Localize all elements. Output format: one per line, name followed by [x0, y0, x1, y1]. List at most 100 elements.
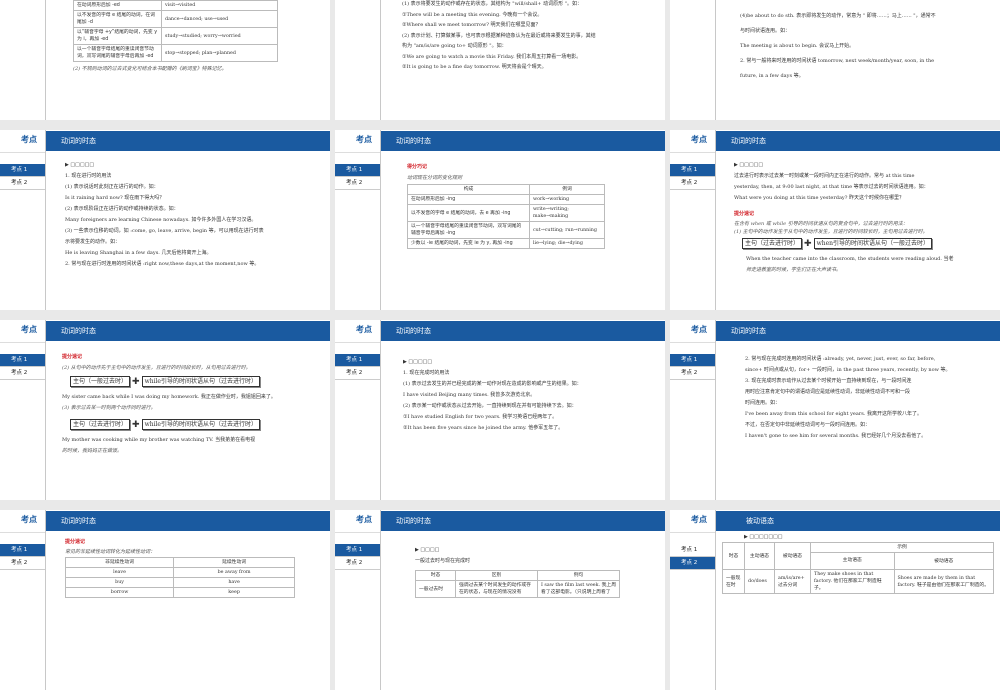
text-line: 不过，在否定句中非延续性动词可与一段时间连用。如： [745, 422, 871, 428]
text-line: (3) 一些表示位移的动词，如 :come, go, leave, arrive… [65, 228, 264, 234]
slide-5[interactable]: 考点 考点 1 考点 2 动词的时态 得分巧记 动词现在分词的变化规则 构成 例词 在… [335, 130, 665, 310]
table-cell: dance→danced; use→used [161, 10, 278, 28]
tip-label: 提分速记 [62, 354, 83, 360]
column-header: 构成 [407, 184, 530, 195]
sidebar-item-1[interactable]: 考点 1 [670, 544, 715, 557]
text-line: ①There will be a meeting this evening. 今… [402, 11, 543, 18]
tip-label: 提分速记 [65, 539, 86, 545]
formula-box: while引导的时间状语从句（过去进行时） [141, 419, 260, 430]
slide-11[interactable]: 考点 考点 1 考点 2 动词的时态 ▶ □□□□ 一般过去时与现在完成时 时态 区别… [335, 510, 665, 690]
tip-label: 提分速记 [734, 211, 755, 217]
slide-content: ▶ □□□□□□□ 时态 主动语态 被动语态 示例 主动语态 被动语态 一般现在时 do/… [722, 533, 996, 594]
section-marker: ▶ □□□□ [415, 547, 440, 553]
text-line: I have visited Beijing many times. 我曾多次游… [403, 392, 536, 398]
plus-icon: ✚ [804, 238, 812, 249]
column-header: 非延续性动词 [64, 557, 175, 568]
sidebar: 考点 考点 1 考点 2 [670, 510, 716, 690]
sidebar-item-2[interactable]: 考点 2 [670, 177, 715, 190]
table-cell: 在动词原形后加 -ing [407, 194, 530, 205]
formula: 主句（一般过去时） ✚ while引导的时间状语从句（过去进行时） [70, 376, 322, 388]
formula: 主句（过去进行时） ✚ while引导的时间状语从句（过去进行时） [70, 419, 322, 431]
slide-8[interactable]: 考点 考点 1 考点 2 动词的时态 ▶ □□□□□ 1. 现在完成时的用法 (1)… [335, 320, 665, 500]
column-header: 延续性动词 [173, 557, 295, 568]
table-cell: visit→visited [161, 0, 278, 11]
table-caption: 动词现在分词的变化规则 [407, 175, 463, 181]
text-line: (1) 表示过去发生的并已经完成的某一动作对现在造成的影响或产生的结果。如： [403, 381, 582, 387]
formula-box: when引导的时间状语从句（一般过去时） [813, 238, 932, 249]
text-line: He is leaving Shanghai in a few days. 几天… [65, 250, 212, 256]
note: 在含有 when 或 while 引导的时间状语从句的复合句中，过去进行时的用法… [734, 221, 908, 227]
text-line: (2) 表示某一动作或状态从过去开始，一直持续到现在并有可能持续下去。如： [403, 403, 577, 409]
note: (2) 不规则动词的过去式变化可结合本书配赠的《刷词宝》特殊记忆。 [73, 66, 227, 72]
sidebar-item-2[interactable]: 考点 2 [670, 557, 715, 570]
slide-2[interactable]: (1) 表示将要发生的动作或存在的状态，其结构为 "will/shall+ 动词… [335, 0, 665, 120]
slide-4[interactable]: 考点 考点 1 考点 2 动词的时态 ▶ □□□□□ 1. 现在进行时的用法 (1)… [0, 130, 330, 310]
sidebar-item-1[interactable]: 考点 1 [0, 354, 45, 367]
sidebar-title: 考点 [691, 135, 707, 144]
slide-9[interactable]: 考点 考点 1 考点 2 动词的时态 2. 常与现在完成时连用的时间状语 :alre… [670, 320, 1000, 500]
slide-content: 在动词原形后加 -ed visit→visited 以不发音的字母 e 结尾的动词… [73, 0, 322, 75]
sidebar-item-1[interactable]: 考点 1 [670, 164, 715, 177]
slide-1[interactable]: 在动词原形后加 -ed visit→visited 以不发音的字母 e 结尾的动词… [0, 0, 330, 120]
table-cell: cut→cutting; run→running [529, 221, 605, 239]
sidebar [335, 0, 381, 120]
sidebar-item-2[interactable]: 考点 2 [335, 557, 380, 570]
table-row: 一般过去时 强调过去某个时间发生的动作或存在的状态，与现在的情况没有 I saw t… [415, 580, 620, 598]
table-cell: They make shoes in that factory. 他们在那家工厂… [810, 569, 895, 594]
table-caption: 常见的非延续性动词转化为延续性动词： [65, 549, 156, 555]
plus-icon: ✚ [132, 419, 140, 430]
sidebar [0, 0, 46, 120]
slide-3[interactable]: (4)be about to do sth. 表示即将发生的动作，常意为 " 即… [670, 0, 1000, 120]
sidebar-title: 考点 [356, 515, 372, 524]
sidebar-item-2[interactable]: 考点 2 [0, 557, 45, 570]
example: My mother was cooking while my brother w… [62, 437, 256, 443]
sidebar-item-1[interactable]: 考点 1 [335, 164, 380, 177]
slide-header: 动词的时态 [46, 131, 330, 151]
sidebar-item-2[interactable]: 考点 2 [0, 177, 45, 190]
table-cell: leave [64, 567, 175, 578]
text-line: What were you doing at this time yesterd… [734, 195, 905, 201]
sidebar-item-1[interactable]: 考点 1 [0, 164, 45, 177]
slide-header: 动词的时态 [46, 511, 330, 531]
column-header: 例词 [529, 184, 605, 195]
sidebar-item-1[interactable]: 考点 1 [335, 354, 380, 367]
sidebar-item-2[interactable]: 考点 2 [0, 367, 45, 380]
sidebar-item-1[interactable]: 考点 1 [335, 544, 380, 557]
text-line: I haven't gone to see him for several mo… [745, 433, 927, 439]
section-marker: ▶ □□□□□ [403, 359, 433, 365]
section-marker: ▶ □□□□□□□ [744, 534, 783, 540]
slide-7[interactable]: 考点 考点 1 考点 2 动词的时态 提分速记 (2) 从句中的动作先于主句中的动作… [0, 320, 330, 500]
slide-6[interactable]: 考点 考点 1 考点 2 动词的时态 ▶ □□□□□ 过去进行时表示过去某一时刻或某… [670, 130, 1000, 310]
table-cell: do/does [744, 569, 775, 594]
formula: 主句（过去进行时） ✚ when引导的时间状语从句（一般过去时） [742, 238, 992, 250]
slide-10[interactable]: 考点 考点 1 考点 2 动词的时态 提分速记 常见的非延续性动词转化为延续性动词：… [0, 510, 330, 690]
text-line: 2. 常与一般将来时连用的时间状语 tomorrow, next week/mo… [740, 58, 935, 64]
sidebar-item-2[interactable]: 考点 2 [670, 367, 715, 380]
slide-header: 动词的时态 [381, 511, 665, 531]
sidebar-title: 考点 [21, 135, 37, 144]
formula-box: 主句（一般过去时） [70, 376, 131, 387]
text-line: since+ 时间点或从句，for+ 一段时间，in the past thre… [745, 367, 951, 373]
section-marker: ▶ □□□□□ [734, 162, 764, 168]
text-line: yesterday, then, at 9:00 last night, at … [734, 184, 929, 190]
table-cell: 以不发音的字母 e 结尾的动词，去 e 再加 -ing [407, 204, 530, 222]
column-header: 时态 [722, 542, 745, 570]
text-line: The meeting is about to begin. 会议马上开始。 [740, 43, 855, 49]
slide-content: (4)be about to do sth. 表示即将发生的动作，常意为 " 即… [740, 9, 992, 84]
table-header-row: 时态 区别 例句 [415, 570, 620, 581]
table-cell: study→studied; worry→worried [161, 27, 278, 45]
table-row: 少数以 -ie 结尾的动词，先变 ie 为 y, 再加 -ing lie→lyin… [407, 238, 605, 249]
table-cell: keep [173, 587, 295, 598]
sidebar-item-2[interactable]: 考点 2 [335, 177, 380, 190]
sidebar-item-1[interactable]: 考点 1 [0, 544, 45, 557]
formula-box: 主句（过去进行时） [742, 238, 803, 249]
sidebar: 考点 考点 1 考点 2 [335, 320, 381, 500]
table-cell: 以不发音的字母 e 结尾的动词，在词尾加 -d [73, 10, 162, 28]
table-row: 以“辅音字母 +y”结尾的动词，先变 y 为 i，再加 -ed study→stu… [73, 27, 278, 45]
text-line: 示将要发生的动作。如： [65, 239, 121, 245]
sidebar-item-2[interactable]: 考点 2 [335, 367, 380, 380]
sidebar-item-1[interactable]: 考点 1 [670, 354, 715, 367]
table-row: 以不发音的字母 e 结尾的动词，去 e 再加 -ing write→writing… [407, 204, 605, 222]
tip-label: 得分巧记 [407, 164, 428, 170]
slide-12[interactable]: 考点 考点 1 考点 2 被动语态 ▶ □□□□□□□ 时态 主动语态 被动语态 示例 主… [670, 510, 1000, 690]
